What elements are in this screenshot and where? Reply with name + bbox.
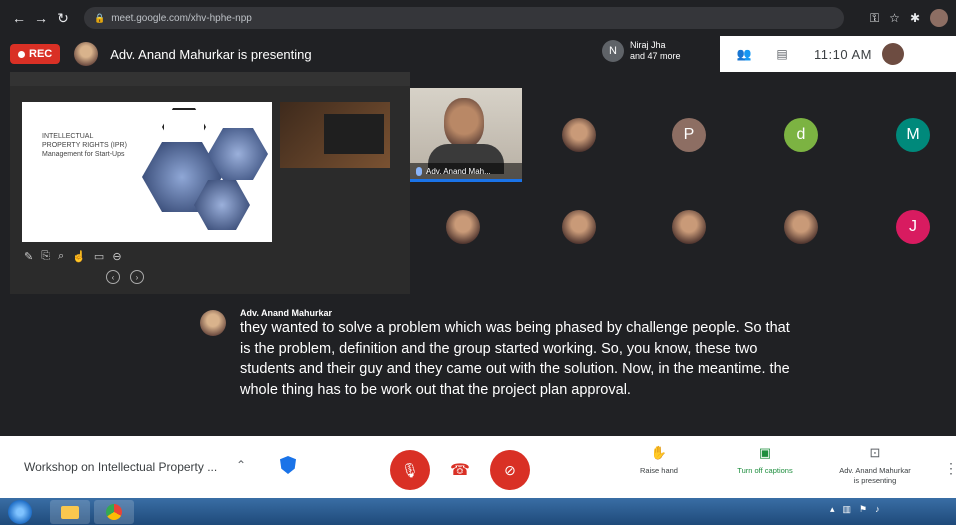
phone-hangup-icon: ☎ (450, 462, 470, 479)
camera-off-icon: ⊘ (504, 461, 516, 478)
meeting-info-panel: 👥 ▤ 11:10 AM (720, 36, 956, 72)
extensions-icon[interactable]: ✱ (910, 11, 920, 25)
star-icon[interactable]: ☆ (889, 11, 900, 25)
volume-icon[interactable]: ♪ (875, 504, 880, 515)
participant-avatar: N (602, 40, 624, 62)
hand-icon: ✋ (650, 445, 668, 460)
speaker-face (444, 98, 484, 148)
url-text: meet.google.com/xhv-hphe-npp (111, 12, 252, 24)
flag-icon[interactable]: ⚑ (859, 504, 867, 515)
caption-text: they wanted to solve a problem which was… (240, 320, 790, 398)
screen-icon[interactable]: ▭ (94, 250, 104, 263)
slide-title: INTELLECTUAL PROPERTY RIGHTS (IPR) Manag… (42, 133, 127, 158)
previous-slide-icon[interactable]: ‹ (106, 270, 120, 284)
slide-pager: ‹ › (106, 270, 144, 284)
people-icon[interactable]: 👥 (730, 43, 758, 65)
participant-tile[interactable]: P (672, 118, 706, 152)
slide-hex-graphic (162, 108, 206, 146)
participant-tile[interactable] (562, 118, 596, 152)
present-icon: ⊡ (869, 445, 881, 460)
raise-hand-label: Raise hand (640, 466, 678, 475)
lock-icon: 🔒 (94, 12, 106, 23)
shield-icon[interactable] (280, 456, 296, 474)
next-slide-icon[interactable]: › (130, 270, 144, 284)
context-menu (324, 114, 384, 154)
key-icon[interactable]: ⚿ (870, 11, 879, 26)
record-dot-icon (18, 50, 25, 58)
presenting-button[interactable]: ⊡ Adv. Anand Mahurkar is presenting (830, 445, 920, 486)
options-icon[interactable]: ⊖ (112, 250, 121, 263)
mic-off-icon: 🎙 (401, 461, 419, 478)
chrome-taskbar-button[interactable] (94, 500, 134, 524)
chat-icon[interactable]: ▤ (768, 43, 796, 65)
meet-top-bar: REC Adv. Anand Mahurkar is presenting N … (0, 36, 956, 72)
participant-tile[interactable]: d (784, 118, 818, 152)
active-speaker-tile[interactable]: Adv. Anand Mah... (410, 88, 522, 182)
participants-summary[interactable]: N Niraj Jha and 47 more (602, 40, 681, 62)
system-tray: ▴ ▥ ⚑ ♪ (830, 504, 880, 515)
pointer-icon[interactable]: ☝ (72, 250, 86, 263)
explorer-taskbar-button[interactable] (50, 500, 90, 524)
participant-tile[interactable] (784, 210, 818, 244)
more-options-icon[interactable]: ⋮ (944, 460, 956, 477)
recording-badge: REC (10, 44, 61, 64)
participant-tile[interactable] (446, 210, 480, 244)
mic-active-icon (416, 166, 422, 176)
participant-tile[interactable]: J (896, 210, 930, 244)
os-taskbar: ▴ ▥ ⚑ ♪ (0, 498, 956, 525)
caption-speaker-avatar (200, 310, 226, 336)
raise-hand-button[interactable]: ✋ Raise hand (614, 445, 704, 476)
drawing-tools: ✎ ⎘ ⌕ ☝ ▭ ⊖ (24, 250, 122, 263)
captions-button[interactable]: ▣ Turn off captions (720, 445, 810, 476)
network-icon[interactable]: ▥ (843, 504, 852, 515)
presentation-toolbar (10, 72, 410, 86)
speaker-name-bar: Adv. Anand Mah... (410, 163, 522, 179)
presentation-slide: INTELLECTUAL PROPERTY RIGHTS (IPR) Manag… (22, 102, 272, 242)
participant-tile[interactable] (672, 210, 706, 244)
participant-more: and 47 more (630, 51, 681, 61)
slide-thumbnail[interactable] (280, 102, 390, 168)
browser-toolbar: ← → ↻ 🔒 meet.google.com/xhv-hphe-npp ⚿ ☆… (0, 0, 956, 36)
shared-screen: INTELLECTUAL PROPERTY RIGHTS (IPR) Manag… (10, 72, 410, 294)
self-avatar[interactable] (881, 43, 904, 65)
captions-icon: ▣ (758, 445, 772, 460)
folder-icon (61, 505, 79, 519)
forward-icon[interactable]: → (30, 7, 52, 29)
presenting-label-2: is presenting (853, 476, 897, 485)
presenting-title: Adv. Anand Mahurkar is presenting (110, 46, 312, 62)
chevron-up-icon[interactable]: ⌃ (236, 458, 246, 472)
chrome-icon (106, 504, 122, 520)
camera-off-button[interactable]: ⊘ (490, 450, 530, 490)
profile-avatar[interactable] (930, 9, 948, 27)
presenting-label-1: Adv. Anand Mahurkar (839, 466, 911, 475)
caption-area: Adv. Anand Mahurkar they wanted to solve… (0, 296, 956, 436)
meeting-name[interactable]: Workshop on Intellectual Property ... (24, 460, 217, 474)
start-button[interactable] (8, 500, 32, 524)
reload-icon[interactable]: ↻ (52, 7, 74, 29)
participant-name: Niraj Jha (630, 40, 666, 50)
copy-icon[interactable]: ⎘ (41, 250, 50, 263)
clock-time: 11:10 AM (814, 46, 872, 62)
back-icon[interactable]: ← (8, 7, 30, 29)
rec-label: REC (29, 48, 53, 60)
captions-label: Turn off captions (737, 466, 793, 475)
participant-tile[interactable]: M (896, 118, 930, 152)
caption-speaker-name: Adv. Anand Mahurkar (240, 308, 333, 318)
participant-grid: Adv. Anand Mah... Pd M J (410, 84, 956, 276)
address-bar[interactable]: 🔒 meet.google.com/xhv-hphe-npp (84, 7, 844, 29)
zoom-icon[interactable]: ⌕ (58, 250, 64, 263)
leave-call-button[interactable]: ☎ (440, 450, 480, 490)
participant-tile[interactable] (562, 210, 596, 244)
speaker-name: Adv. Anand Mah... (426, 166, 491, 176)
pen-icon[interactable]: ✎ (24, 250, 33, 263)
meet-bottom-bar: Workshop on Intellectual Property ... ⌃ … (0, 436, 956, 498)
mic-off-button[interactable]: 🎙 (390, 450, 430, 490)
presenter-avatar (74, 42, 99, 66)
tray-arrow-icon[interactable]: ▴ (830, 504, 835, 515)
